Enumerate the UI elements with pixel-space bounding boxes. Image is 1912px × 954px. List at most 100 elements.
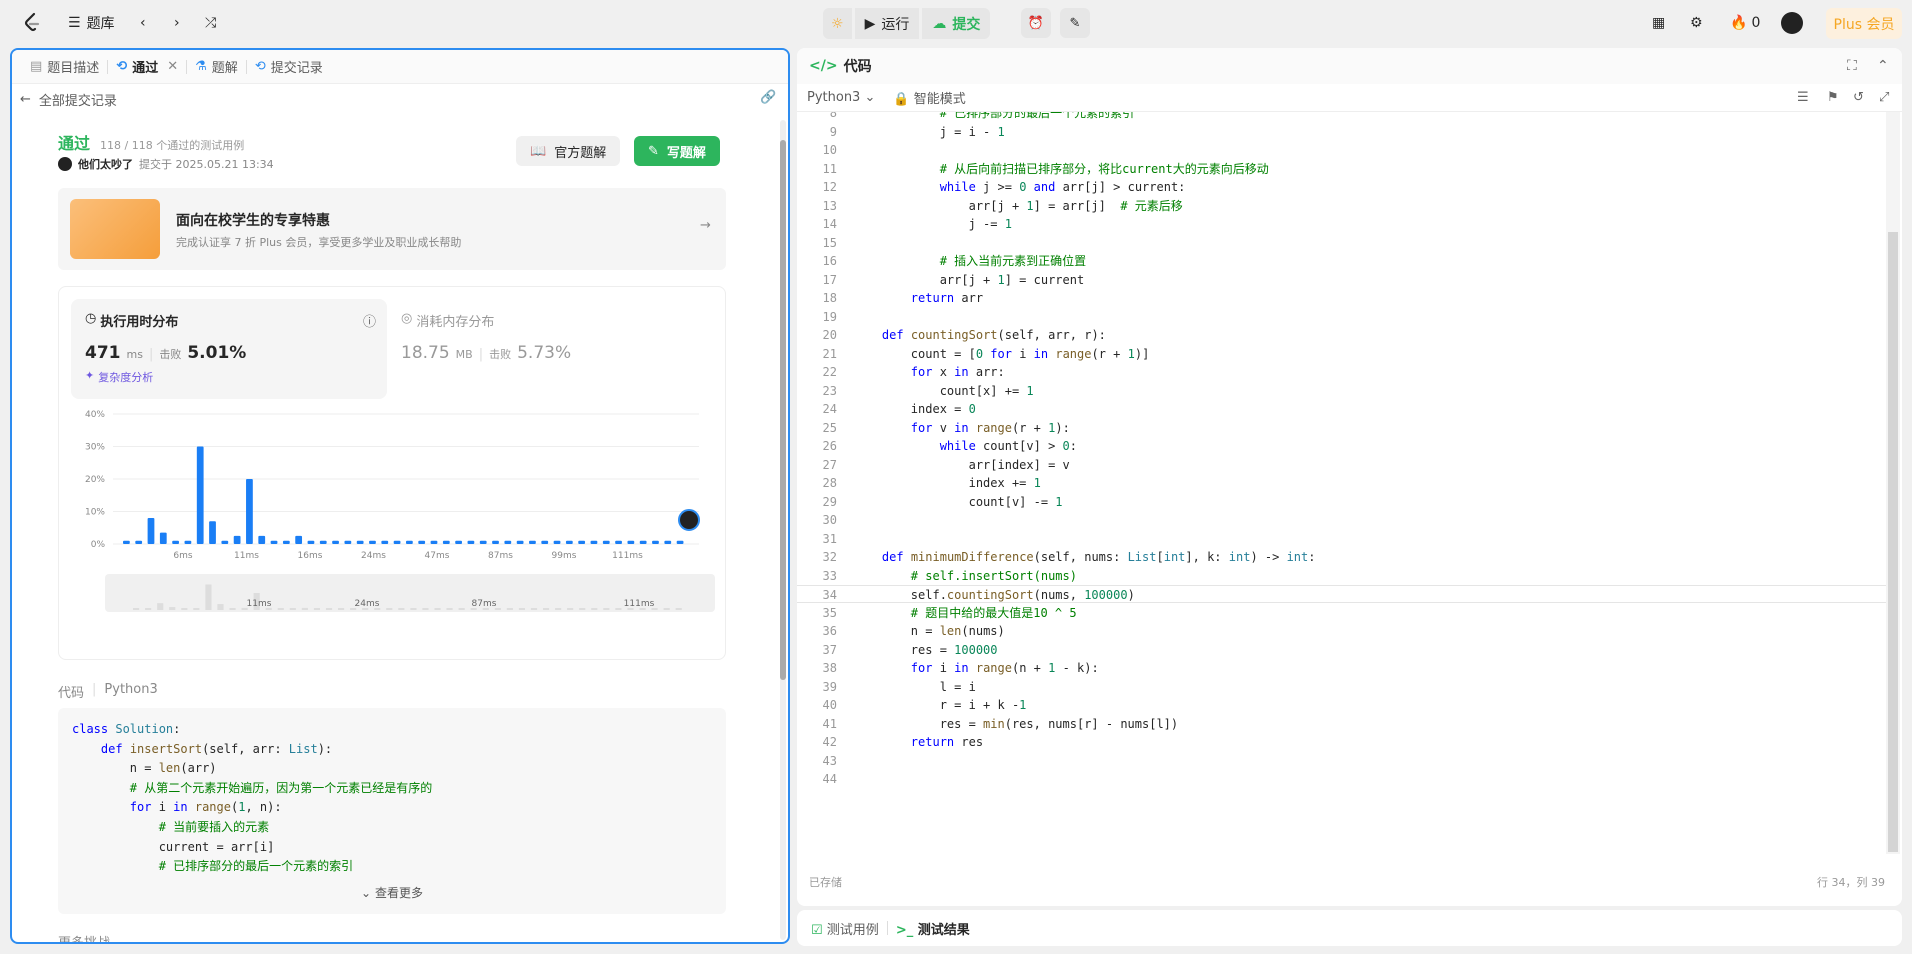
tab-description[interactable]: ▤ 题目描述 — [22, 50, 107, 84]
streak-counter[interactable]: 🔥 0 — [1730, 11, 1760, 35]
tab-accepted[interactable]: ⟲ 通过 ✕ — [108, 50, 186, 84]
chart-bar[interactable] — [615, 540, 622, 544]
chart-bar[interactable] — [332, 540, 339, 544]
close-icon[interactable]: ✕ — [167, 59, 178, 74]
chart-bar[interactable] — [529, 540, 536, 544]
avatar[interactable] — [58, 157, 72, 171]
avatar[interactable] — [1781, 12, 1803, 34]
plus-member-button[interactable]: Plus 会员 — [1826, 8, 1902, 39]
code-line[interactable]: 28 index += 1 — [797, 474, 1887, 492]
scrollbar-thumb[interactable] — [780, 140, 786, 680]
code-line[interactable]: 30 — [797, 511, 1887, 529]
chart-bar[interactable] — [258, 535, 266, 544]
run-button[interactable]: ▶ 运行 — [854, 8, 920, 39]
editor-scrollbar[interactable] — [1886, 112, 1900, 854]
code-line[interactable]: 26 while count[v] > 0: — [797, 437, 1887, 455]
chart-bar[interactable] — [467, 540, 475, 544]
fullscreen-icon[interactable]: ⛶ — [1847, 58, 1857, 74]
chart-bar[interactable] — [123, 540, 130, 544]
chart-bar[interactable] — [639, 540, 647, 544]
code-line[interactable]: 23 count[x] += 1 — [797, 382, 1887, 400]
chart-bar[interactable] — [504, 540, 512, 544]
chart-bar[interactable] — [135, 540, 143, 544]
chart-bar[interactable] — [393, 540, 401, 544]
chart-bar[interactable] — [381, 540, 389, 544]
chart-bar[interactable] — [541, 540, 549, 544]
tab-test-result[interactable]: >_ 测试结果 — [896, 919, 970, 938]
reset-icon[interactable]: ↺ — [1853, 90, 1864, 105]
code-line[interactable]: 39 l = i — [797, 678, 1887, 696]
code-line[interactable]: 29 count[v] -= 1 — [797, 493, 1887, 511]
bookmark-icon[interactable]: ⚑ — [1827, 90, 1839, 105]
alarm-icon[interactable]: ⏰ — [1021, 8, 1051, 38]
chart-bar[interactable] — [221, 540, 229, 544]
chart-bar[interactable] — [578, 540, 586, 544]
gear-icon[interactable]: ⚙ — [1690, 11, 1703, 35]
runtime-distribution-chart[interactable]: 40% 30% 20% 10% 0% 6ms 11ms 16ms 24ms 47ms 87ms 99m… — [59, 405, 725, 659]
code-line[interactable]: 42 return res — [797, 733, 1887, 751]
official-solution-button[interactable]: 📖 官方题解 — [516, 136, 621, 166]
code-line[interactable]: 25 for v in range(r + 1): — [797, 419, 1887, 437]
code-line[interactable]: 16 # 插入当前元素到正确位置 — [797, 252, 1887, 270]
chart-bar[interactable] — [246, 479, 253, 544]
code-line[interactable]: 24 index = 0 — [797, 400, 1887, 418]
chart-bar[interactable] — [147, 518, 155, 544]
code-line[interactable]: 36 n = len(nums) — [797, 622, 1887, 640]
prev-problem-icon[interactable]: ‹ — [140, 11, 146, 35]
chart-bar[interactable] — [344, 540, 352, 544]
scrollbar-thumb[interactable] — [1888, 232, 1898, 852]
code-line[interactable]: 21 count = [0 for i in range(r + 1)] — [797, 345, 1887, 363]
code-editor[interactable]: 8 # 已排序部分的最后一个元素的索引 9 j = i - 1 10 11 # 从后向… — [797, 112, 1887, 872]
debug-icon[interactable]: ☼ — [823, 8, 852, 39]
memory-box[interactable]: ◎ 消耗内存分布 18.75 MB | 击败 5.73% — [401, 299, 701, 399]
chart-bar[interactable] — [479, 540, 487, 544]
chart-bar[interactable] — [602, 540, 610, 544]
code-line[interactable]: 9 j = i - 1 — [797, 123, 1887, 141]
chart-bar[interactable] — [492, 540, 499, 544]
chart-bar[interactable] — [270, 540, 278, 544]
code-line[interactable]: 19 — [797, 308, 1887, 326]
code-line[interactable]: 8 # 已排序部分的最后一个元素的索引 — [797, 112, 1887, 122]
chart-bar[interactable] — [233, 535, 241, 544]
chart-bar[interactable] — [652, 540, 659, 544]
code-line[interactable]: 14 j -= 1 — [797, 215, 1887, 233]
code-line[interactable]: 13 arr[j + 1] = arr[j] # 元素后移 — [797, 197, 1887, 215]
next-problem-icon[interactable]: › — [174, 11, 180, 35]
code-line[interactable]: 18 return arr — [797, 289, 1887, 307]
see-more-button[interactable]: ⌄ 查看更多 — [58, 884, 726, 901]
info-icon[interactable]: ⓘ — [363, 311, 376, 330]
code-line[interactable]: 34 self.countingSort(nums, 100000) — [797, 585, 1887, 603]
code-line[interactable]: 11 # 从后向前扫描已排序部分，将比current大的元素向后移动 — [797, 160, 1887, 178]
chart-bar[interactable] — [406, 540, 413, 544]
username[interactable]: 他们太吵了 — [78, 156, 133, 172]
code-line[interactable]: 44 — [797, 770, 1887, 788]
code-line[interactable]: 31 — [797, 530, 1887, 548]
chart-bar[interactable] — [196, 446, 204, 545]
chart-bar[interactable] — [172, 540, 179, 544]
link-icon[interactable]: 🔗 — [760, 90, 776, 105]
note-icon[interactable]: ✎ — [1060, 8, 1090, 38]
code-line[interactable]: 22 for x in arr: — [797, 363, 1887, 381]
shuffle-icon[interactable]: ⤮ — [205, 11, 216, 35]
complexity-analysis-link[interactable]: ✦ 复杂度分析 — [85, 369, 153, 385]
format-icon[interactable]: ☰ — [1797, 90, 1809, 105]
code-line[interactable]: 35 # 题目中给的最大值是10 ^ 5 — [797, 604, 1887, 622]
chart-bar[interactable] — [282, 540, 290, 544]
tab-submissions[interactable]: ⟲ 提交记录 — [247, 50, 331, 84]
code-line[interactable]: 38 for i in range(n + 1 - k): — [797, 659, 1887, 677]
code-line[interactable]: 37 res = 100000 — [797, 641, 1887, 659]
back-to-submissions[interactable]: ← 全部提交记录 — [20, 90, 117, 109]
smart-mode-toggle[interactable]: 🔒 智能模式 — [893, 88, 965, 107]
chart-bar[interactable] — [319, 540, 327, 544]
chart-bar[interactable] — [430, 540, 438, 544]
chart-bar[interactable] — [159, 532, 167, 544]
chart-bar[interactable] — [553, 540, 561, 544]
code-line[interactable]: 41 res = min(res, nums[r] - nums[l]) — [797, 715, 1887, 733]
chart-bar[interactable] — [184, 540, 192, 544]
chart-bar[interactable] — [418, 540, 426, 544]
scrollbar[interactable] — [780, 120, 786, 940]
code-line[interactable]: 43 — [797, 752, 1887, 770]
tab-testcase[interactable]: ☑ 测试用例 — [811, 919, 879, 938]
chart-bar[interactable] — [307, 540, 315, 544]
chart-bar[interactable] — [664, 540, 672, 544]
